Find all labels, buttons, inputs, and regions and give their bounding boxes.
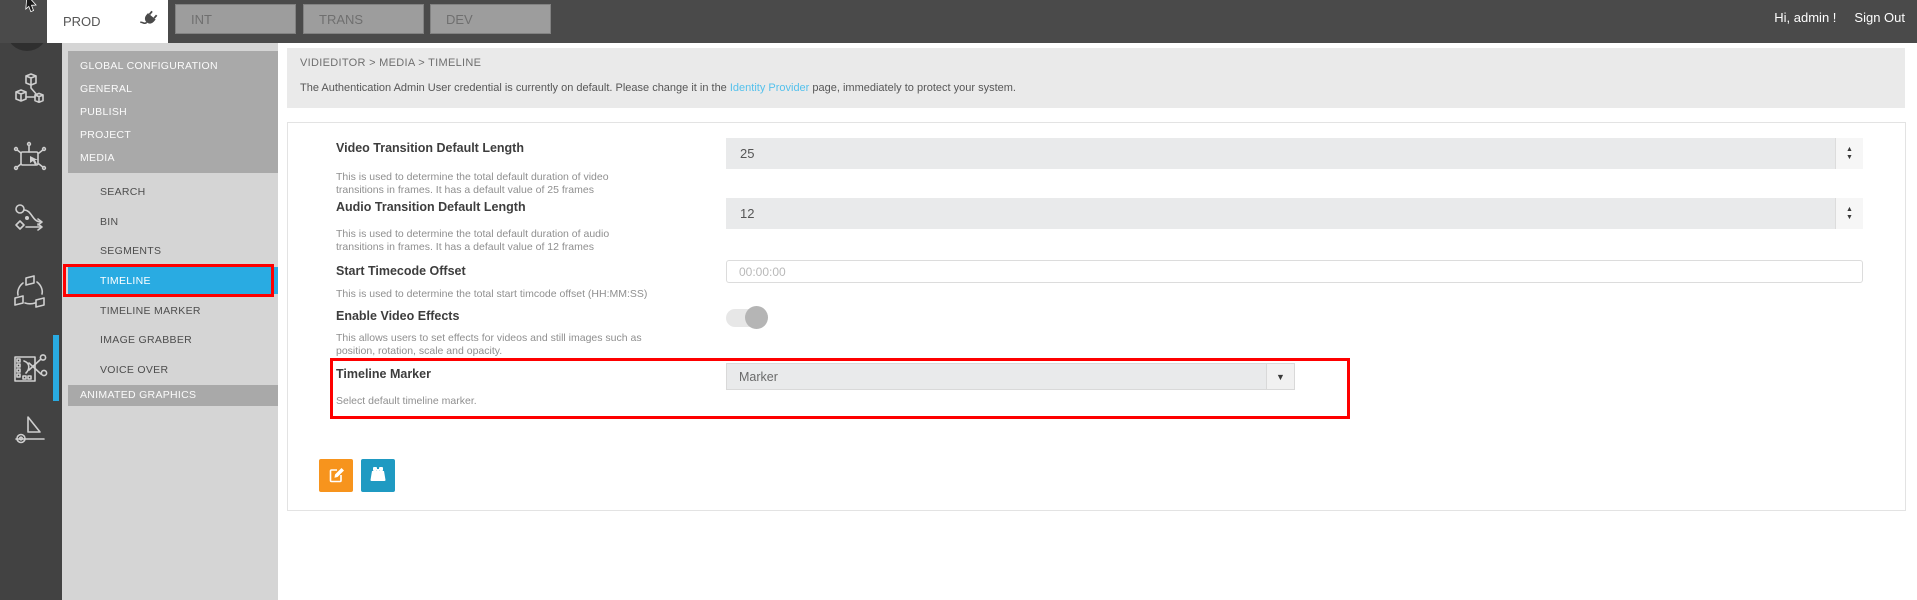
desc-line: Select default timeline marker. [336,395,477,408]
menu-item-general[interactable]: GENERAL [68,78,278,101]
start-timecode-input[interactable] [727,261,1862,282]
edit-icon [328,466,345,486]
desc-line: transitions in frames. It has a default … [336,241,609,254]
desc-line: This is used to determine the total defa… [336,228,609,241]
audio-transition-desc: This is used to determine the total defa… [336,228,609,253]
tab-dev[interactable]: DEV [430,4,551,34]
active-icon-indicator [53,335,59,401]
notice-text-before: The Authentication Admin User credential… [300,82,730,94]
start-timecode-desc: This is used to determine the total star… [336,288,647,301]
plug-icon [142,11,158,32]
menu-group-top: GLOBAL CONFIGURATION GENERAL PUBLISH PRO… [68,51,278,173]
submenu-item-voice-over[interactable]: VOICE OVER [62,355,278,385]
start-timecode-field [726,260,1863,283]
media-submenu: SEARCH BIN SEGMENTS TIMELINE TIMELINE MA… [62,177,278,385]
menu-item-global-configuration[interactable]: GLOBAL CONFIGURATION [68,55,278,78]
security-notice: The Authentication Admin User credential… [300,82,1905,94]
menu-item-project[interactable]: PROJECT [68,124,278,147]
submenu-item-timeline[interactable]: TIMELINE [68,267,278,294]
desc-line: transitions in frames. It has a default … [336,184,609,197]
user-greeting: Hi, admin ! [1774,10,1836,25]
menu-item-animated-graphics[interactable]: ANIMATED GRAPHICS [68,385,278,406]
mouse-cursor [24,0,40,18]
audio-transition-input[interactable] [726,198,1826,229]
binoculars-icon [369,466,387,485]
desc-line: This is used to determine the total defa… [336,171,609,184]
top-bar: PROD INT TRANS DEV Hi, admin ! Sign Out [0,0,1917,43]
motion-graphics-icon[interactable] [11,411,49,449]
spinner-up-icon[interactable]: ▲ [1846,146,1853,153]
notice-text-after: page, immediately to protect your system… [809,82,1016,94]
desc-line: This is used to determine the total star… [336,288,647,301]
enable-video-effects-toggle[interactable] [726,309,766,327]
desc-line: position, rotation, scale and opacity. [336,345,642,358]
chevron-down-icon[interactable]: ▼ [1266,364,1294,389]
submenu-item-search[interactable]: SEARCH [62,177,278,207]
submenu-item-timeline-marker[interactable]: TIMELINE MARKER [62,296,278,326]
video-editor-icon[interactable] [11,349,49,387]
toggle-knob [745,306,768,329]
settings-menu: GLOBAL CONFIGURATION GENERAL PUBLISH PRO… [62,43,278,600]
tab-prod[interactable]: PROD [47,0,168,43]
desc-line: This allows users to set effects for vid… [336,332,642,345]
interactive-config-icon[interactable] [11,140,49,178]
video-transition-spinner[interactable]: ▲ ▼ [1835,138,1863,169]
menu-item-media[interactable]: MEDIA [68,147,278,170]
app-window: PROD INT TRANS DEV Hi, admin ! Sign Out [0,0,1917,600]
start-timecode-label: Start Timecode Offset [336,264,466,278]
enable-video-effects-label: Enable Video Effects [336,309,459,323]
icon-sidebar: CP [0,0,62,600]
tab-dev-label: DEV [446,12,473,27]
collaboration-icon[interactable] [11,272,49,310]
video-transition-desc: This is used to determine the total defa… [336,171,609,196]
timeline-marker-label: Timeline Marker [336,367,431,381]
dropdown-selected-value: Marker [727,370,778,384]
modules-icon[interactable] [11,72,49,110]
breadcrumb: VIDIEDITOR > MEDIA > TIMELINE [300,57,1905,69]
spinner-up-icon[interactable]: ▲ [1846,206,1853,213]
tab-trans[interactable]: TRANS [303,4,424,34]
timeline-marker-dropdown[interactable]: Marker ▼ [726,363,1295,390]
audio-transition-field: ▲ ▼ [726,198,1863,229]
audio-transition-label: Audio Transition Default Length [336,200,526,214]
tab-int-label: INT [191,12,212,27]
tab-int[interactable]: INT [175,4,296,34]
video-transition-input[interactable] [726,138,1826,169]
spinner-down-icon[interactable]: ▼ [1846,154,1853,161]
audio-transition-spinner[interactable]: ▲ ▼ [1835,198,1863,229]
identity-provider-link[interactable]: Identity Provider [730,82,809,94]
workflow-icon[interactable] [11,200,49,238]
timeline-marker-desc: Select default timeline marker. [336,395,477,408]
timeline-settings-card: Video Transition Default Length This is … [287,122,1906,511]
video-transition-label: Video Transition Default Length [336,141,524,155]
sign-out-link[interactable]: Sign Out [1854,10,1905,25]
tab-trans-label: TRANS [319,12,363,27]
submenu-item-segments[interactable]: SEGMENTS [62,236,278,266]
submenu-item-image-grabber[interactable]: IMAGE GRABBER [62,325,278,355]
enable-video-effects-desc: This allows users to set effects for vid… [336,332,642,357]
tab-prod-label: PROD [63,14,101,29]
video-transition-field: ▲ ▼ [726,138,1863,169]
edit-button[interactable] [319,459,353,492]
header-band: VIDIEDITOR > MEDIA > TIMELINE The Authen… [287,48,1905,108]
menu-item-publish[interactable]: PUBLISH [68,101,278,124]
find-button[interactable] [361,459,395,492]
spinner-down-icon[interactable]: ▼ [1846,214,1853,221]
submenu-item-bin[interactable]: BIN [62,207,278,237]
